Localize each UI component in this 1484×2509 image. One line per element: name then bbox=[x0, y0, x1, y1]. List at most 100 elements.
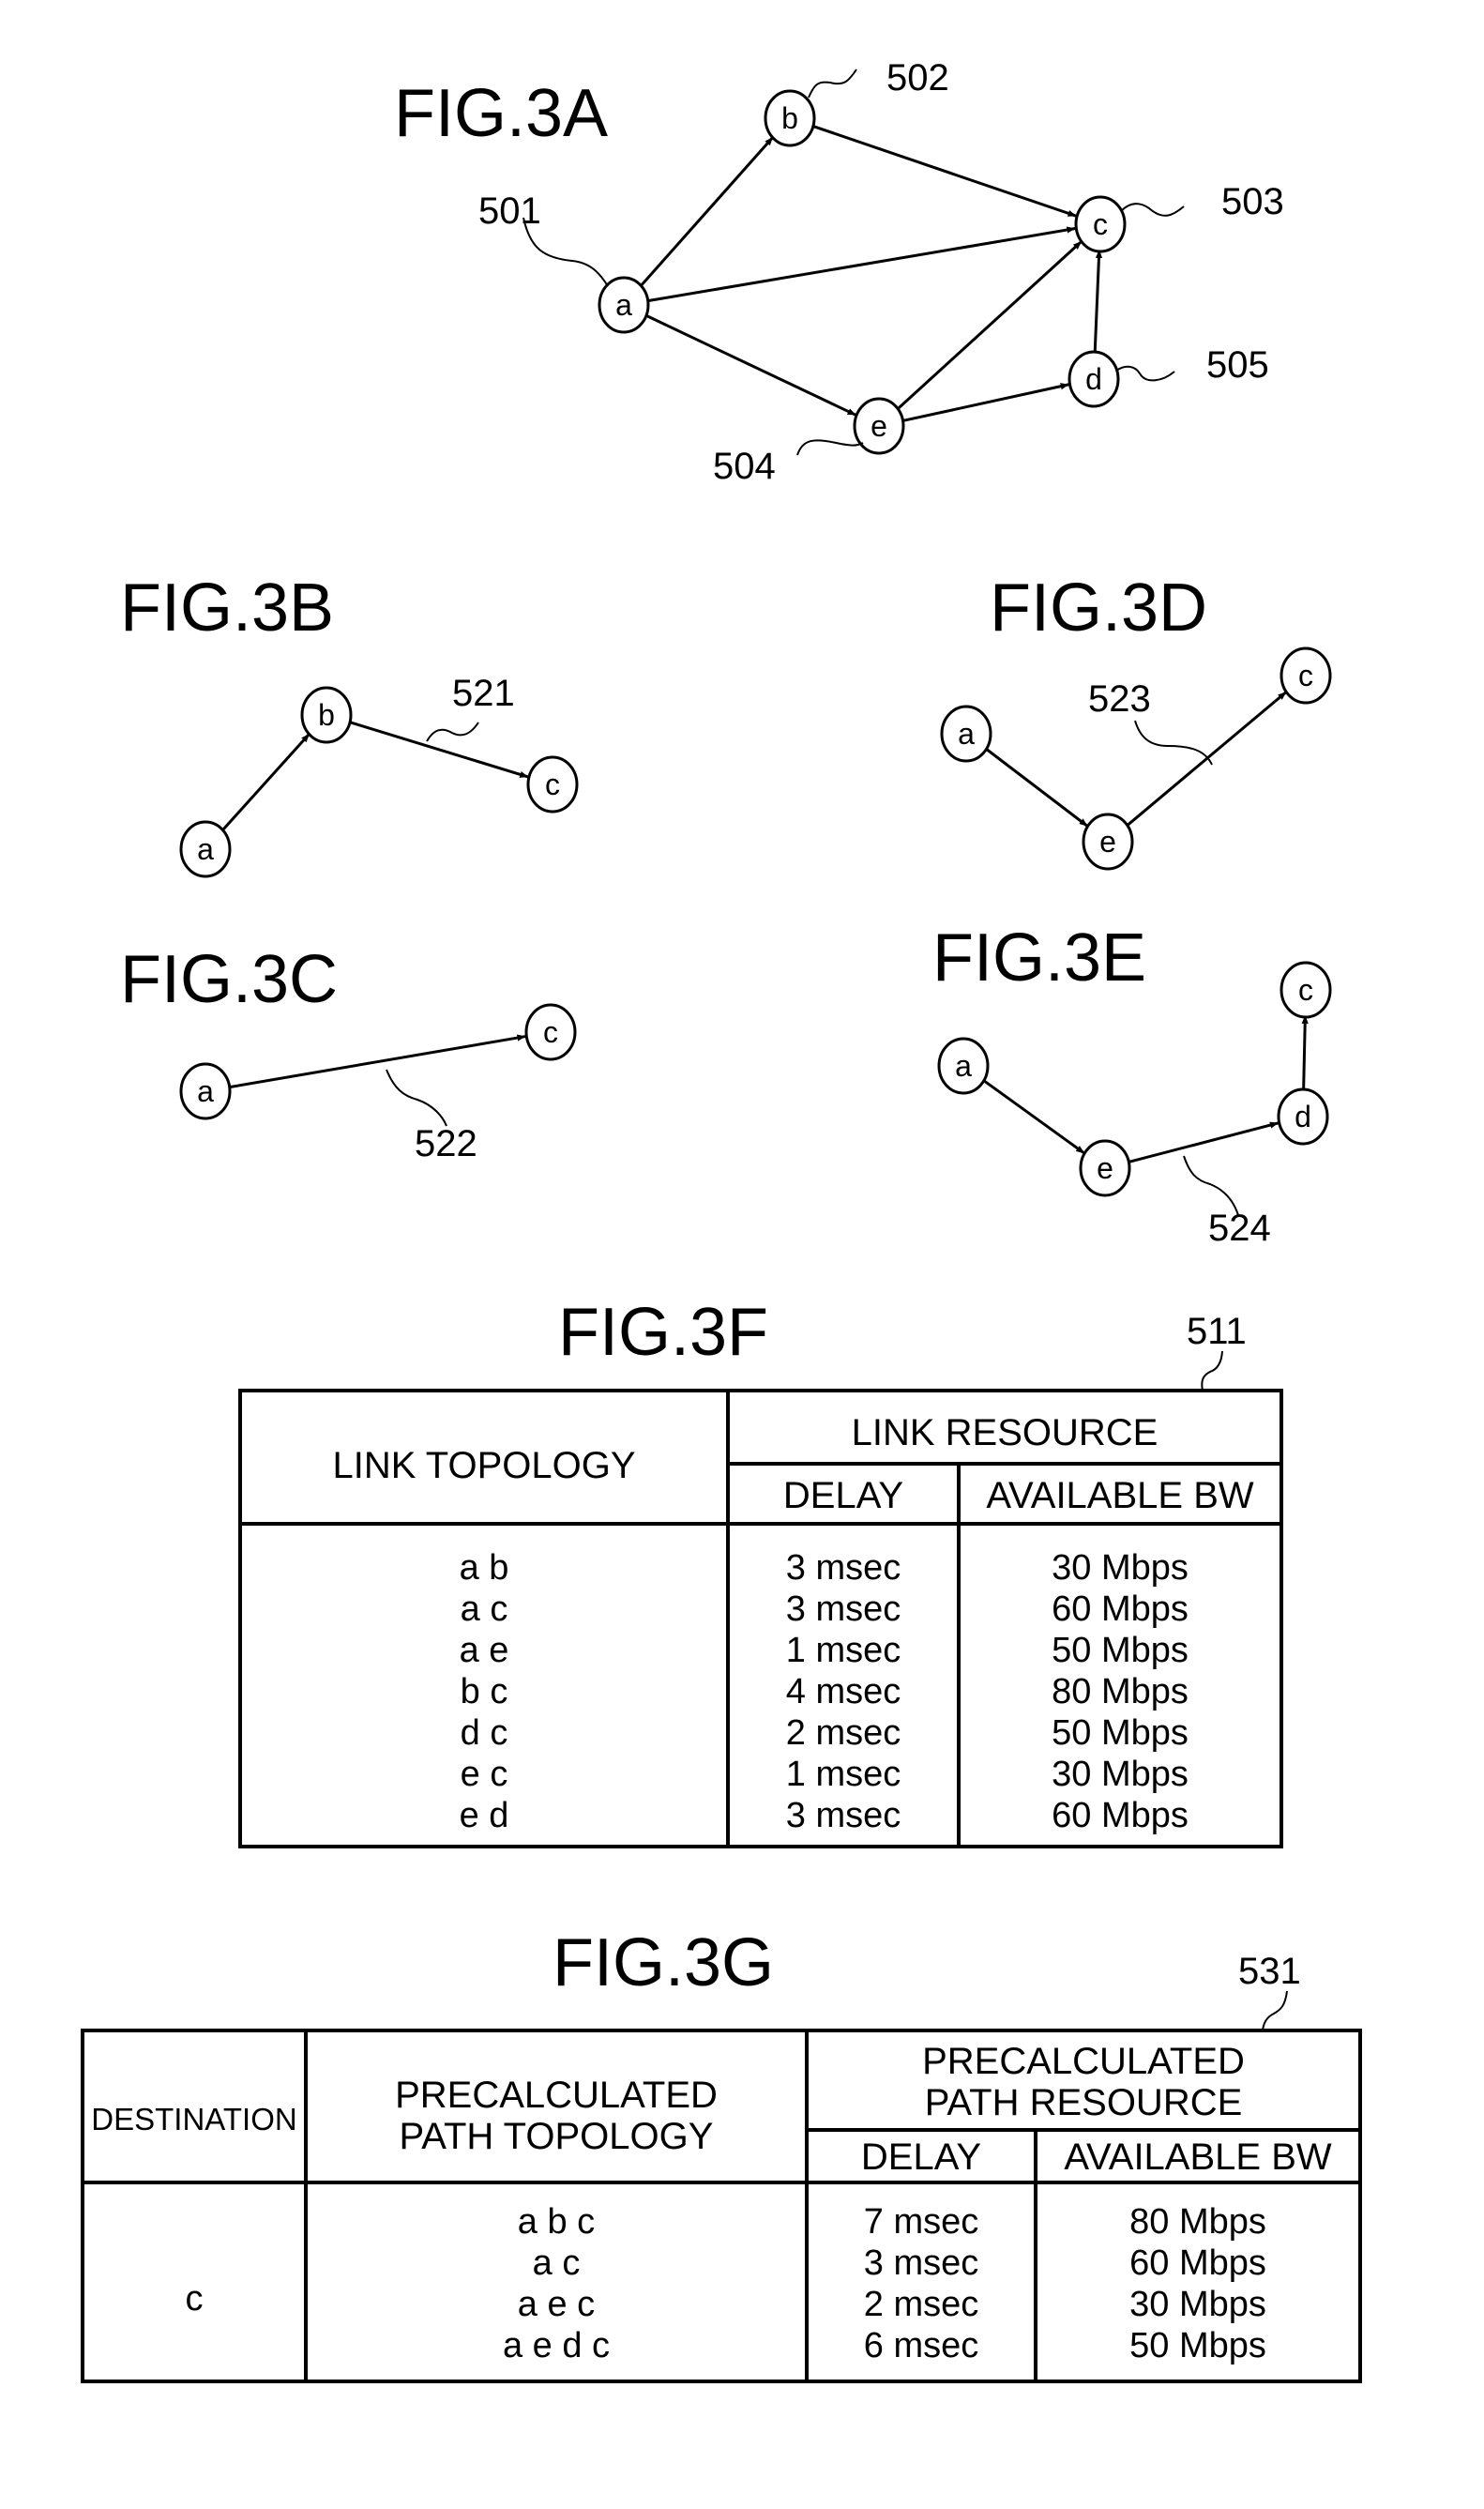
header-link-resource: LINK RESOURCE bbox=[852, 1412, 1158, 1453]
fig-3e-graph: a e d c bbox=[937, 961, 1332, 1197]
node-d: d bbox=[1277, 1087, 1329, 1146]
cell-topology: e c bbox=[461, 1755, 508, 1794]
ref-531: 531 bbox=[1238, 1951, 1301, 1992]
ref-511: 511 bbox=[1187, 1311, 1247, 1352]
edge-a-e bbox=[984, 747, 1089, 828]
leader-523 bbox=[1134, 720, 1213, 766]
cell-delay: 7 msec bbox=[864, 2202, 978, 2242]
leader-511 bbox=[1201, 1350, 1223, 1391]
leader-531 bbox=[1262, 1990, 1288, 2031]
node-c: c bbox=[526, 755, 579, 814]
fig-3c-title: FIG.3C bbox=[120, 942, 338, 1017]
node-c: c bbox=[524, 1003, 577, 1061]
cell-bw: 80 Mbps bbox=[1052, 1672, 1189, 1711]
header-topology-line2: PATH TOPOLOGY bbox=[400, 2116, 714, 2157]
cell-delay: 2 msec bbox=[864, 2285, 978, 2324]
cell-delay: 3 msec bbox=[864, 2243, 978, 2283]
node-label: c bbox=[1298, 659, 1313, 692]
fig-3g-title: FIG.3G bbox=[553, 1925, 774, 2000]
node-label: e bbox=[871, 409, 887, 443]
edge-e-c bbox=[896, 240, 1083, 411]
table-row: a b c 7 msec 80 Mbps bbox=[518, 2202, 1266, 2242]
fig-3e: FIG.3E a e d c 524 bbox=[932, 920, 1332, 1249]
table-row: e d 3 msec 60 Mbps bbox=[460, 1796, 1189, 1835]
ref-521: 521 bbox=[452, 673, 515, 714]
header-available-bw: AVAILABLE BW bbox=[1064, 2136, 1332, 2178]
table-row: a e 1 msec 50 Mbps bbox=[460, 1631, 1189, 1670]
header-link-topology: LINK TOPOLOGY bbox=[332, 1445, 635, 1486]
fig-3a: FIG.3A a b c e d 501 502 503 504 505 bbox=[394, 57, 1284, 487]
cell-delay: 3 msec bbox=[786, 1589, 901, 1629]
node-a: a bbox=[179, 820, 232, 878]
edge-a-e bbox=[644, 313, 857, 417]
node-c: c bbox=[1074, 195, 1127, 253]
header-available-bw: AVAILABLE BW bbox=[986, 1475, 1254, 1516]
leader-503 bbox=[1120, 203, 1185, 217]
node-a: a bbox=[937, 1037, 990, 1095]
cell-bw: 50 Mbps bbox=[1052, 1631, 1189, 1670]
leader-522 bbox=[386, 1069, 447, 1127]
node-label: e bbox=[1097, 1151, 1113, 1185]
fig-3d: FIG.3D a e c 523 bbox=[940, 570, 1332, 871]
cell-bw: 50 Mbps bbox=[1129, 2326, 1266, 2365]
header-delay: DELAY bbox=[783, 1475, 903, 1516]
cell-delay: 3 msec bbox=[786, 1548, 901, 1588]
destination-cell: c bbox=[186, 2279, 204, 2319]
node-e: e bbox=[1082, 813, 1134, 871]
ref-504: 504 bbox=[713, 446, 776, 487]
node-b: b bbox=[300, 686, 353, 744]
cell-topology: e d bbox=[460, 1796, 509, 1835]
ref-524: 524 bbox=[1208, 1208, 1271, 1249]
edge-b-c bbox=[812, 124, 1077, 218]
cell-delay: 2 msec bbox=[786, 1713, 901, 1753]
node-e: e bbox=[853, 397, 905, 455]
table-row: a c 3 msec 60 Mbps bbox=[461, 1589, 1189, 1629]
node-d: d bbox=[1068, 350, 1120, 408]
leader-521 bbox=[426, 722, 479, 742]
leader-502 bbox=[808, 68, 857, 99]
cell-bw: 50 Mbps bbox=[1052, 1713, 1189, 1753]
ref-505: 505 bbox=[1206, 344, 1269, 386]
fig-3f-title: FIG.3F bbox=[558, 1295, 768, 1370]
cell-bw: 60 Mbps bbox=[1129, 2243, 1266, 2283]
cell-topology: a e bbox=[460, 1631, 509, 1670]
patent-figure-sheet: FIG.3A a b c e d 501 502 503 504 505 FIG.3B … bbox=[81, 57, 1362, 2383]
fig-3c: FIG.3C ac 522 bbox=[120, 942, 577, 1164]
table-row: b c 4 msec 80 Mbps bbox=[461, 1672, 1189, 1711]
node-label: b bbox=[318, 698, 335, 732]
edge-a-e bbox=[982, 1079, 1085, 1155]
node-label: c bbox=[543, 1015, 558, 1049]
node-b: b bbox=[764, 89, 816, 147]
edge-e-d bbox=[902, 383, 1069, 422]
ref-503: 503 bbox=[1221, 181, 1284, 222]
edge-d-c bbox=[1093, 249, 1103, 356]
fig-3b: FIG.3B a b c 521 bbox=[120, 570, 579, 878]
node-a: a bbox=[940, 705, 992, 763]
node-c: c bbox=[1280, 961, 1332, 1019]
link-table-body: a b 3 msec 30 Mbps a c 3 msec 60 Mbps a e 1 mse… bbox=[460, 1548, 1189, 1835]
cell-topology: d c bbox=[461, 1713, 508, 1753]
node-label: a bbox=[955, 1049, 972, 1083]
cell-topology: a e d c bbox=[503, 2326, 610, 2365]
fig-3e-title: FIG.3E bbox=[932, 920, 1146, 996]
path-table-body: a b c 7 msec 80 Mbps a c 3 msec 60 Mbps a e c 2… bbox=[503, 2202, 1266, 2365]
fig-3b-title: FIG.3B bbox=[120, 570, 334, 646]
cell-delay: 6 msec bbox=[864, 2326, 978, 2365]
node-c: c bbox=[1280, 646, 1332, 705]
cell-topology: a c bbox=[533, 2243, 581, 2283]
table-row: d c 2 msec 50 Mbps bbox=[461, 1713, 1189, 1753]
fig-3g: FIG.3G 531 DESTINATION PRECALCULATED PAT… bbox=[81, 1925, 1362, 2383]
node-a: a bbox=[179, 1062, 232, 1120]
cell-topology: a e c bbox=[518, 2285, 595, 2324]
table-row: a e d c 6 msec 50 Mbps bbox=[503, 2326, 1266, 2365]
fig-3f: FIG.3F 511 LINK TOPOLOGY LINK RESOURCE D… bbox=[238, 1295, 1283, 1848]
table-row: e c 1 msec 30 Mbps bbox=[461, 1755, 1189, 1794]
cell-topology: a b bbox=[460, 1548, 509, 1588]
edge-a-c bbox=[229, 1034, 526, 1089]
leader-504 bbox=[796, 439, 864, 456]
header-resource-line2: PATH RESOURCE bbox=[925, 2082, 1243, 2123]
edge-a-c bbox=[647, 226, 1076, 303]
fig-3a-edges bbox=[639, 124, 1103, 422]
node-label: a bbox=[615, 288, 632, 322]
table-row: a e c 2 msec 30 Mbps bbox=[518, 2285, 1266, 2324]
